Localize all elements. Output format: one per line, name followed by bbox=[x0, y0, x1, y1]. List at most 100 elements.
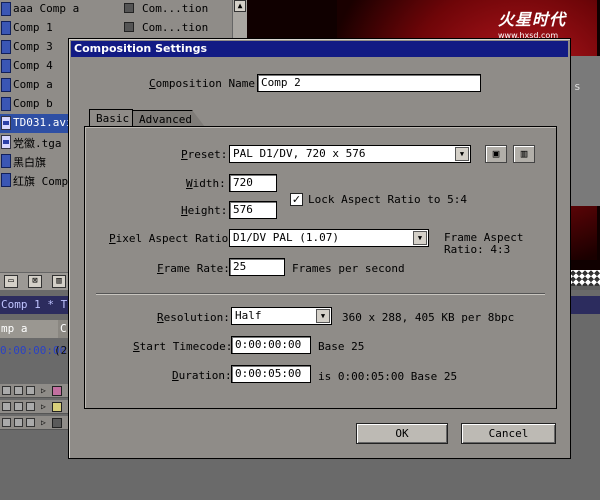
project-item-name: TD031.avi bbox=[13, 116, 73, 129]
preset-label: Preset: bbox=[181, 148, 228, 161]
label-color-icon[interactable] bbox=[52, 418, 62, 428]
width-input[interactable]: 720 bbox=[229, 174, 277, 192]
frame-rate-unit: Frames per second bbox=[292, 262, 405, 275]
height-label: Height: bbox=[181, 204, 228, 217]
resolution-label: Resolution: bbox=[157, 311, 230, 324]
dialog-title[interactable]: Composition Settings bbox=[71, 41, 568, 57]
project-item-name: 红旗 Comp bbox=[13, 175, 69, 188]
divider bbox=[96, 293, 545, 295]
duration-input[interactable]: 0:00:05:00 bbox=[231, 365, 311, 383]
timeline-graph-area bbox=[570, 56, 600, 206]
preset-select[interactable]: PAL D1/DV, 720 x 576 ▼ bbox=[229, 145, 471, 163]
composition-icon bbox=[1, 154, 11, 168]
video-switch-icon[interactable] bbox=[2, 402, 11, 411]
solo-switch-icon[interactable] bbox=[26, 418, 35, 427]
composition-icon bbox=[1, 78, 11, 92]
project-item-name: aaa Comp a bbox=[13, 2, 80, 15]
project-item-name: 黑白旗 bbox=[13, 156, 46, 169]
timeline-tab-label: mp a bbox=[1, 322, 28, 335]
audio-switch-icon[interactable] bbox=[14, 418, 23, 427]
video-switch-icon[interactable] bbox=[2, 386, 11, 395]
watermark-logo: 火星时代 www.hxsd.com bbox=[498, 6, 588, 40]
composition-icon bbox=[1, 40, 11, 54]
scroll-up-arrow-icon[interactable]: ▲ bbox=[234, 0, 246, 12]
start-timecode-input[interactable]: 0:00:00:00 bbox=[231, 336, 311, 354]
start-timecode-label: Start Timecode: bbox=[133, 340, 233, 353]
delete-preset-button[interactable]: ▥ bbox=[513, 145, 535, 163]
pixel-aspect-select[interactable]: D1/DV PAL (1.07) ▼ bbox=[229, 229, 429, 247]
lock-aspect-label: Lock Aspect Ratio to 5:4 bbox=[308, 193, 467, 206]
composition-icon bbox=[1, 21, 11, 35]
project-item-name: Comp 1 bbox=[13, 21, 53, 34]
chevron-down-icon: ▼ bbox=[413, 231, 427, 245]
video-switch-icon[interactable] bbox=[2, 418, 11, 427]
cancel-button[interactable]: Cancel bbox=[461, 423, 556, 444]
transparency-grid-icon[interactable] bbox=[570, 270, 600, 286]
folder-icon[interactable]: ▭ bbox=[4, 275, 18, 288]
expand-triangle-icon[interactable]: ▷ bbox=[41, 402, 46, 411]
timeline-tab-next-label: C bbox=[60, 322, 67, 335]
ok-button[interactable]: OK bbox=[356, 423, 448, 444]
project-item-name: 党徽.tga bbox=[13, 137, 62, 150]
composition-name-input[interactable]: Comp 2 bbox=[257, 74, 481, 92]
project-item[interactable]: Comp 1 Com...tion bbox=[0, 19, 232, 38]
trash-icon[interactable]: ▥ bbox=[52, 275, 66, 288]
footage-icon bbox=[1, 135, 11, 149]
resolution-select-value: Half bbox=[235, 309, 262, 322]
expand-triangle-icon[interactable]: ▷ bbox=[41, 418, 46, 427]
composition-icon bbox=[1, 59, 11, 73]
resolution-info: 360 x 288, 405 KB per 8bpc bbox=[342, 311, 515, 324]
label-color-icon bbox=[124, 22, 134, 32]
tab-basic[interactable]: Basic bbox=[89, 109, 133, 126]
expand-triangle-icon[interactable]: ▷ bbox=[41, 386, 46, 395]
preset-select-value: PAL D1/DV, 720 x 576 bbox=[233, 147, 366, 160]
duration-info: is 0:00:05:00 Base 25 bbox=[318, 370, 458, 383]
composition-icon bbox=[1, 173, 11, 187]
timeline-ruler-label: s bbox=[574, 80, 581, 93]
composition-settings-dialog: Composition Settings Composition Name: C… bbox=[68, 38, 571, 459]
timeline-layer[interactable]: ▷ bbox=[0, 400, 68, 414]
width-label: Width: bbox=[186, 177, 226, 190]
composition-icon bbox=[1, 97, 11, 111]
project-item-name: Comp b bbox=[13, 97, 53, 110]
audio-switch-icon[interactable] bbox=[14, 402, 23, 411]
pixel-aspect-label: Pixel Aspect Ratio: bbox=[109, 232, 235, 245]
save-preset-button[interactable]: ▣ bbox=[485, 145, 507, 163]
start-timecode-base: Base 25 bbox=[318, 340, 365, 353]
project-item-name: Comp a bbox=[13, 78, 53, 91]
label-color-icon[interactable] bbox=[52, 386, 62, 396]
trash-icon: ▥ bbox=[520, 147, 528, 160]
solo-switch-icon[interactable] bbox=[26, 402, 35, 411]
watermark-logo-text: 火星时代 bbox=[498, 10, 567, 29]
checkmark-icon: ✓ bbox=[291, 193, 302, 206]
frame-aspect-value: Ratio: 4:3 bbox=[444, 243, 511, 256]
label-color-icon bbox=[124, 3, 134, 13]
label-color-icon[interactable] bbox=[52, 402, 62, 412]
tab-basic-label: Basic bbox=[96, 112, 130, 125]
footage-icon bbox=[1, 116, 11, 130]
project-item-name: Comp 3 bbox=[13, 40, 53, 53]
audio-switch-icon[interactable] bbox=[14, 386, 23, 395]
composition-name-label: Composition Name: bbox=[149, 77, 262, 90]
tab-advanced[interactable]: Advanced bbox=[133, 110, 205, 127]
solo-switch-icon[interactable] bbox=[26, 386, 35, 395]
resolution-select[interactable]: Half ▼ bbox=[231, 307, 332, 325]
duration-label: Duration: bbox=[172, 369, 232, 382]
project-item-name: Comp 4 bbox=[13, 59, 53, 72]
frame-rate-label: Frame Rate: bbox=[157, 262, 230, 275]
timeline-layer[interactable]: ▷ bbox=[0, 384, 68, 398]
disk-icon: ▣ bbox=[492, 147, 500, 160]
height-input[interactable]: 576 bbox=[229, 201, 277, 219]
composition-icon bbox=[1, 2, 11, 16]
new-comp-icon[interactable]: ⊠ bbox=[28, 275, 42, 288]
project-item-type: Com...tion bbox=[142, 21, 209, 34]
project-item-type: Com...tion bbox=[142, 2, 209, 15]
project-item[interactable]: aaa Comp a Com...tion bbox=[0, 0, 232, 19]
chevron-down-icon: ▼ bbox=[316, 309, 330, 323]
timeline-layer[interactable]: ▷ bbox=[0, 416, 68, 430]
chevron-down-icon: ▼ bbox=[455, 147, 469, 161]
lock-aspect-checkbox[interactable]: ✓ bbox=[290, 193, 303, 206]
pixel-aspect-select-value: D1/DV PAL (1.07) bbox=[233, 231, 339, 244]
frame-rate-input[interactable]: 25 bbox=[229, 258, 285, 276]
tab-advanced-label: Advanced bbox=[139, 113, 192, 126]
